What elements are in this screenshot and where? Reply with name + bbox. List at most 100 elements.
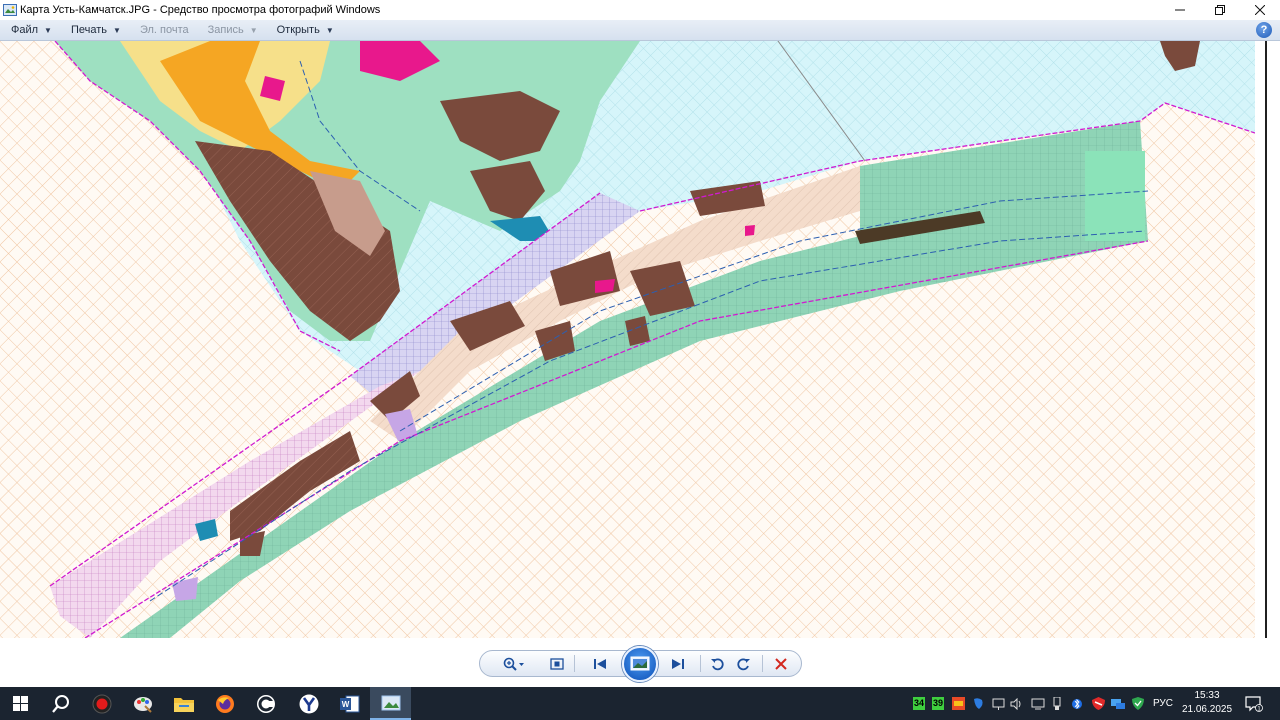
tray-badge-39-label: 39 [931, 697, 944, 710]
separator [700, 655, 701, 672]
previous-icon [594, 659, 606, 669]
defender-icon [1132, 697, 1144, 710]
notifications-button[interactable]: 1 [1242, 687, 1266, 720]
taskbar-word[interactable]: W [329, 687, 370, 720]
slideshow-button[interactable] [622, 646, 658, 682]
rotate-clockwise-icon [737, 658, 750, 671]
delete-icon [775, 658, 787, 670]
help-button[interactable]: ? [1256, 22, 1272, 38]
tray-security[interactable] [1090, 687, 1106, 720]
phone-link-icon [973, 698, 983, 709]
viewer-controls-bar [0, 638, 1280, 687]
rotate-right-button[interactable] [733, 654, 755, 674]
menu-email-label: Эл. почта [139, 24, 189, 36]
menu-open-label: Открыть [276, 24, 320, 36]
minimize-button[interactable] [1160, 0, 1200, 20]
menu-bar: Файл ▼ Печать ▼ Эл. почта Запись ▼ Открыть ▼… [0, 20, 1280, 41]
taskbar: W 34 39 РУС 15:33 21.06.2025 1 [0, 687, 1280, 720]
taskbar-record[interactable] [81, 687, 122, 720]
zoning-map-image [0, 41, 1255, 638]
tray-display[interactable] [1030, 687, 1046, 720]
chevron-down-icon: ▼ [325, 25, 334, 35]
menu-burn-label: Запись [207, 24, 244, 36]
taskbar-file-explorer[interactable] [163, 687, 204, 720]
firefox-icon [215, 694, 234, 713]
rotate-counterclockwise-icon [711, 658, 724, 671]
separator [574, 655, 575, 672]
photo-viewer-icon [381, 695, 400, 710]
menu-email: Эл. почта [129, 24, 197, 36]
close-button[interactable] [1240, 0, 1280, 20]
photo-viewer-app-icon [3, 4, 17, 16]
menu-file[interactable]: Файл ▼ [0, 24, 60, 36]
taskbar-browser[interactable] [245, 687, 286, 720]
start-button[interactable] [0, 687, 41, 720]
tray-badge-39[interactable]: 39 [930, 687, 946, 720]
browser-icon [256, 694, 275, 713]
language-label: РУС [1152, 698, 1174, 709]
svg-text:W: W [341, 700, 349, 709]
tray-defender[interactable] [1130, 687, 1146, 720]
clock-time: 15:33 [1194, 690, 1220, 701]
scrollbar-track [1265, 41, 1267, 638]
tray-bluetooth[interactable] [1070, 687, 1084, 720]
title-bar: Карта Усть-Камчатск.JPG - Средство просм… [0, 0, 1280, 20]
tray-badge-34[interactable]: 34 [911, 687, 927, 720]
tray-volume[interactable] [1008, 687, 1024, 720]
menu-print-label: Печать [70, 24, 108, 36]
notification-icon: 1 [1245, 695, 1263, 712]
actual-size-button[interactable] [545, 654, 569, 674]
zoom-button[interactable] [500, 654, 528, 674]
tray-battery[interactable] [1050, 687, 1064, 720]
tray-network[interactable] [1110, 687, 1126, 720]
volume-icon [1010, 697, 1020, 710]
zoom-icon [503, 657, 524, 671]
restore-button[interactable] [1200, 0, 1240, 20]
yandex-icon [299, 694, 318, 713]
tray-app-icon[interactable] [950, 687, 966, 720]
next-button[interactable] [664, 654, 692, 674]
previous-button[interactable] [586, 654, 614, 674]
tray-badge-34-label: 34 [912, 697, 925, 710]
clock-date: 21.06.2025 [1181, 704, 1233, 715]
shield-icon [1091, 697, 1105, 710]
taskbar-photo-viewer[interactable] [370, 687, 411, 720]
display-icon [1031, 698, 1045, 709]
rotate-left-button[interactable] [706, 654, 728, 674]
menu-print[interactable]: Печать ▼ [60, 24, 129, 36]
tray-network-monitor[interactable] [990, 687, 1006, 720]
chevron-down-icon: ▼ [249, 25, 258, 35]
help-icon: ? [1260, 24, 1268, 36]
menu-burn: Запись ▼ [197, 24, 266, 36]
taskbar-yandex[interactable] [288, 687, 329, 720]
delete-button[interactable] [770, 654, 792, 674]
taskbar-clock[interactable]: 15:33 21.06.2025 [1180, 689, 1234, 717]
start-icon [13, 696, 28, 711]
window-title: Карта Усть-Камчатск.JPG - Средство просм… [20, 4, 381, 16]
menu-file-label: Файл [11, 24, 39, 36]
record-icon [92, 694, 111, 713]
tray-app-icon-2[interactable] [970, 687, 986, 720]
menu-open[interactable]: Открыть ▼ [266, 24, 342, 36]
taskbar-firefox[interactable] [204, 687, 245, 720]
search-button[interactable] [40, 687, 81, 720]
image-viewport[interactable] [0, 41, 1280, 638]
paint-icon [133, 696, 152, 713]
usb-icon [1053, 697, 1061, 710]
minimize-icon [1175, 9, 1185, 11]
file-explorer-icon [173, 697, 194, 712]
bluetooth-icon [1072, 698, 1082, 709]
separator [762, 655, 763, 672]
tray-language[interactable]: РУС [1150, 687, 1176, 720]
next-icon [672, 659, 684, 669]
word-icon: W [339, 695, 359, 712]
slideshow-icon [630, 656, 650, 671]
cpu-monitor-icon [951, 697, 965, 710]
chevron-down-icon: ▼ [44, 25, 52, 35]
taskbar-paint[interactable] [122, 687, 163, 720]
vertical-scrollbar[interactable] [1255, 41, 1267, 638]
network-icon [1111, 698, 1125, 709]
actual-size-icon [550, 658, 564, 670]
restore-icon [1215, 5, 1225, 15]
chevron-down-icon: ▼ [113, 25, 121, 35]
